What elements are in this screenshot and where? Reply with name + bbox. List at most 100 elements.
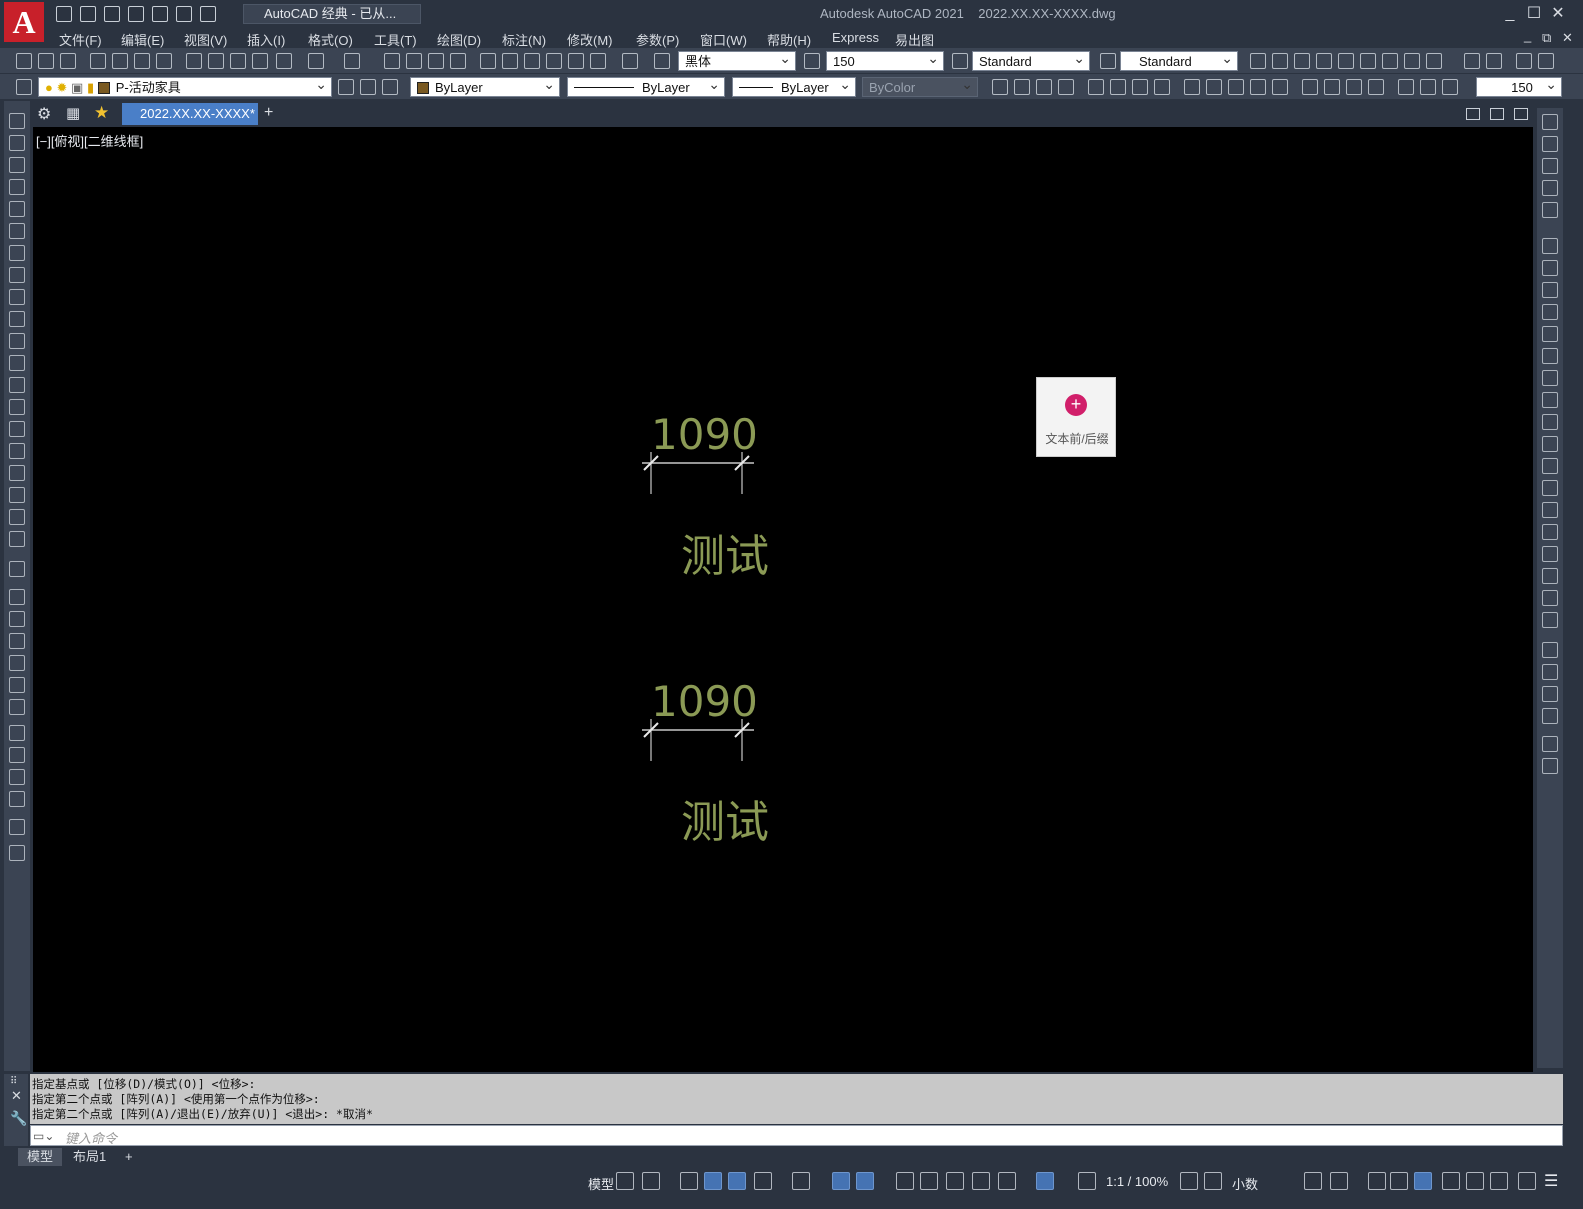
tile-icon[interactable] [1466, 108, 1480, 120]
jogged-linear-icon[interactable] [1368, 79, 1384, 95]
erase-icon[interactable] [1542, 238, 1558, 254]
text-style-select[interactable]: 黑体 [678, 48, 796, 71]
dynamic-input-icon[interactable] [704, 1172, 722, 1190]
layer-icon[interactable] [9, 561, 25, 577]
array-icon[interactable] [1542, 326, 1558, 342]
dim-update-icon[interactable] [1442, 79, 1458, 95]
add-selected-icon[interactable] [9, 531, 25, 547]
dim-space-icon[interactable] [1250, 79, 1266, 95]
diameter-dim-icon[interactable] [1132, 79, 1148, 95]
mirror-icon[interactable] [1542, 282, 1558, 298]
copy-object-icon[interactable] [1542, 260, 1558, 276]
customize-menu-icon[interactable]: ☰ [1544, 1171, 1558, 1191]
save-icon[interactable] [60, 53, 76, 69]
chamfer-icon[interactable] [1542, 546, 1558, 562]
workspace-select[interactable]: AutoCAD 经典 - 已从... [243, 4, 421, 24]
rotate-icon[interactable] [1542, 370, 1558, 386]
ellipse-arc-icon[interactable] [9, 333, 25, 349]
command-prompt-icon[interactable]: ▭⌄ [33, 1129, 54, 1143]
zoom-scale-icon[interactable] [1542, 202, 1558, 218]
zoom-realtime-icon[interactable] [406, 53, 422, 69]
lineweight-icon[interactable] [896, 1172, 914, 1190]
star-icon[interactable]: ★ [94, 103, 109, 123]
layer-tools-icon[interactable] [1516, 53, 1532, 69]
join-icon[interactable] [1542, 524, 1558, 540]
aligned-dim-icon[interactable] [1014, 79, 1030, 95]
text-prefix-suffix-panel[interactable]: + 文本前/后缀 [1036, 377, 1116, 457]
plot-preview-icon[interactable] [112, 53, 128, 69]
3d-osnap-icon[interactable] [972, 1172, 990, 1190]
menu-view[interactable]: 视图(V) [184, 30, 227, 49]
undo-icon[interactable] [176, 6, 192, 22]
linear-dim-icon[interactable] [992, 79, 1008, 95]
units-select[interactable]: 小数 [1232, 1174, 1258, 1193]
open-icon[interactable] [38, 53, 54, 69]
ortho-icon[interactable] [728, 1172, 746, 1190]
model-space-button[interactable]: 模型 [588, 1174, 614, 1193]
edit-text-icon[interactable] [1272, 53, 1288, 69]
markup-icon[interactable] [568, 53, 584, 69]
3d-print-icon[interactable] [156, 53, 172, 69]
doc-restore-button[interactable]: ⧉ [1542, 30, 1551, 46]
radius-dim-icon[interactable] [1088, 79, 1104, 95]
hardware-acceleration-icon[interactable] [1414, 1172, 1432, 1190]
text-style-icon[interactable] [654, 53, 670, 69]
minimize-button[interactable]: _ [1500, 4, 1520, 24]
plot-icon[interactable] [90, 53, 106, 69]
text-style-icon-2[interactable] [1382, 53, 1398, 69]
block-editor-icon[interactable] [276, 53, 292, 69]
save-icon[interactable] [104, 6, 120, 22]
open-file-icon[interactable] [80, 6, 96, 22]
isolate-objects-icon[interactable] [1368, 1172, 1386, 1190]
table-icon[interactable] [9, 487, 25, 503]
copy-icon[interactable] [208, 53, 224, 69]
close-command-icon[interactable]: ✕ [11, 1088, 22, 1104]
paste-icon[interactable] [230, 53, 246, 69]
text-icon[interactable] [1250, 53, 1266, 69]
graphics-performance-icon[interactable] [1390, 1172, 1408, 1190]
workspace-switch-icon[interactable] [1180, 1172, 1198, 1190]
layer-previous-icon[interactable] [360, 79, 376, 95]
plot-icon[interactable] [152, 6, 168, 22]
fullscreen-icon[interactable] [1518, 1172, 1536, 1190]
camera-icon[interactable] [9, 819, 25, 835]
zoom-all-icon[interactable] [1542, 136, 1558, 152]
zoom-extents-icon[interactable] [1542, 114, 1558, 130]
offset-icon[interactable] [1542, 304, 1558, 320]
gear-icon[interactable]: ⚙ [37, 104, 51, 124]
view-front-icon[interactable] [9, 725, 25, 741]
menu-format[interactable]: 格式(O) [308, 30, 353, 49]
make-current-layer-icon[interactable] [338, 79, 354, 95]
tab-layout1[interactable]: 布局1 [64, 1148, 115, 1166]
cone-icon[interactable] [9, 633, 25, 649]
lineweight-select[interactable]: ByLayer [732, 74, 856, 97]
redo-icon[interactable] [344, 53, 360, 69]
lock-ui-icon[interactable] [1330, 1172, 1348, 1190]
bring-above-icon[interactable] [1542, 686, 1558, 702]
move-icon[interactable] [1542, 348, 1558, 364]
quick-properties-icon[interactable] [1304, 1172, 1322, 1190]
list-icon[interactable] [1486, 53, 1502, 69]
object-snap-tracking-icon[interactable] [832, 1172, 850, 1190]
zoom-object-icon[interactable] [1542, 180, 1558, 196]
menu-window[interactable]: 窗口(W) [700, 30, 747, 49]
polygon-icon[interactable] [9, 179, 25, 195]
menu-edit[interactable]: 编辑(E) [121, 30, 164, 49]
find-text-icon[interactable] [1294, 53, 1310, 69]
menu-express[interactable]: Express [832, 30, 879, 45]
tab-model[interactable]: 模型 [18, 1148, 63, 1166]
zoom-previous-icon[interactable] [450, 53, 466, 69]
spline-icon[interactable] [9, 289, 25, 305]
view-right-icon[interactable] [9, 769, 25, 785]
break-at-point-icon[interactable] [1542, 480, 1558, 496]
make-block-icon[interactable] [9, 377, 25, 393]
doc-minimize-button[interactable]: _ [1524, 28, 1531, 43]
drawing-canvas[interactable] [33, 127, 1533, 1072]
dim-edit-icon[interactable] [1398, 79, 1414, 95]
mleader-style-icon[interactable] [1100, 53, 1116, 69]
save-as-icon[interactable] [128, 6, 144, 22]
extend-icon[interactable] [1542, 458, 1558, 474]
cascade-icon[interactable] [1490, 108, 1504, 120]
layer-state-icon[interactable] [382, 79, 398, 95]
wedge-icon[interactable] [9, 611, 25, 627]
